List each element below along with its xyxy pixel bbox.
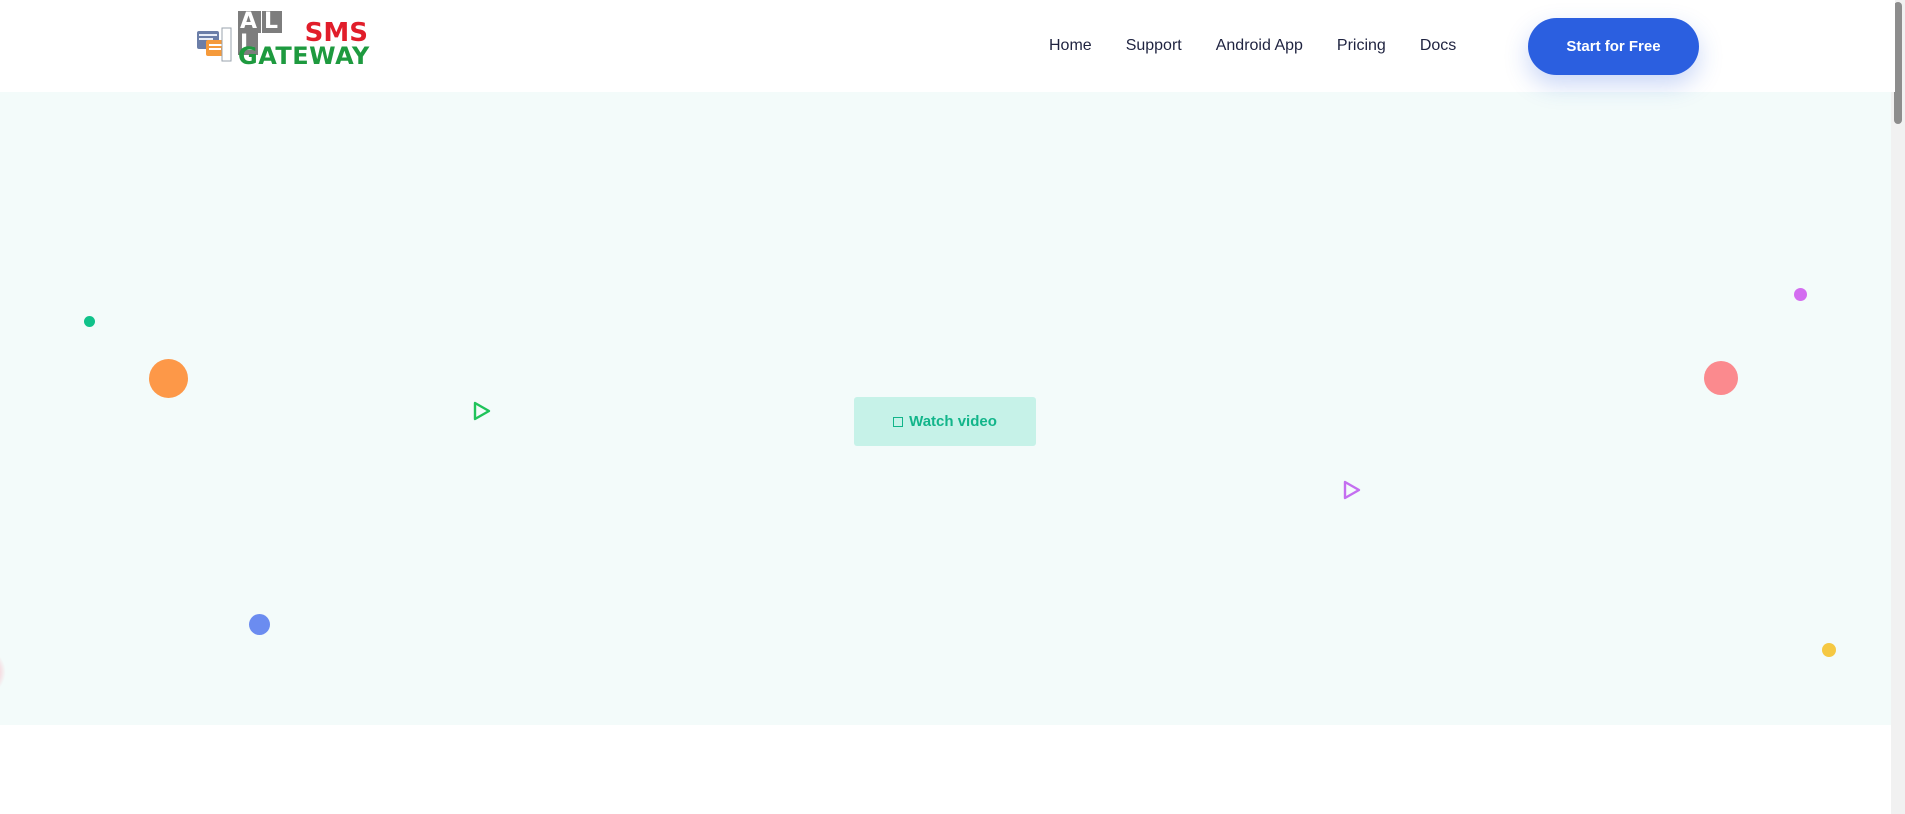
chat-bubbles-icon [197, 27, 232, 62]
nav-android-app[interactable]: Android App [1216, 34, 1303, 58]
decor-edge-blob-red [0, 647, 6, 697]
logo-gateway: GATEWAY [238, 42, 370, 70]
site-header: A LL SMS GATEWAY Home Support Android App… [0, 0, 1895, 92]
decor-circle-pink [1704, 361, 1738, 395]
logo-sms: SMS [304, 18, 368, 48]
main-nav: Home Support Android App Pricing Docs [1049, 34, 1490, 58]
hero-section: Watch video [0, 92, 1895, 725]
scrollbar-thumb[interactable] [1894, 2, 1902, 124]
decor-play-triangle-green [473, 401, 491, 421]
decor-dot-purple [1794, 288, 1807, 301]
decor-circle-orange [149, 359, 188, 398]
nav-docs[interactable]: Docs [1420, 34, 1456, 58]
decor-dot-yellow [1822, 643, 1836, 657]
logo-letter-a: A [238, 9, 262, 34]
decor-circle-blue [249, 614, 270, 635]
watch-video-button[interactable]: Watch video [854, 397, 1036, 446]
start-for-free-button[interactable]: Start for Free [1528, 18, 1699, 75]
page-scrollbar[interactable] [1891, 0, 1905, 814]
square-icon [893, 416, 904, 427]
logo-letter-l1: L [262, 9, 283, 34]
watch-video-label: Watch video [909, 413, 997, 430]
nav-home[interactable]: Home [1049, 34, 1092, 58]
site-logo[interactable]: A LL SMS GATEWAY [196, 11, 370, 70]
decor-play-triangle-purple [1343, 480, 1361, 500]
nav-pricing[interactable]: Pricing [1337, 34, 1386, 58]
logo-text-top: A LL SMS [238, 11, 368, 55]
nav-support[interactable]: Support [1126, 34, 1182, 58]
decor-dot-green [84, 316, 95, 327]
page: A LL SMS GATEWAY Home Support Android App… [0, 0, 1905, 814]
